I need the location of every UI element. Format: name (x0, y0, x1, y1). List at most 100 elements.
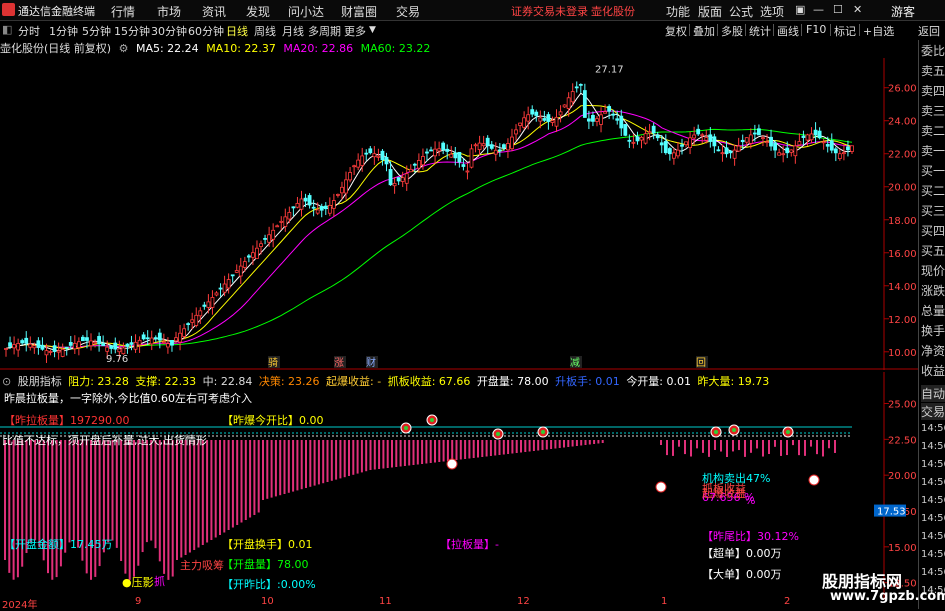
candle-body (801, 135, 806, 138)
f10-button[interactable]: F10 (806, 23, 826, 36)
candle-body (655, 134, 660, 139)
indicator-bar (266, 440, 269, 499)
indicator-bar (485, 440, 488, 457)
indicator-tick-label: 22.50 (888, 435, 917, 446)
candle-body (769, 136, 773, 147)
sidebar-item-trade[interactable]: 交易 (921, 403, 945, 420)
sidebar-item-auto[interactable]: 自动 (921, 385, 945, 402)
candle-body (744, 137, 749, 143)
multi-stock-button[interactable]: 多股 (721, 23, 743, 39)
menu-formula[interactable]: 公式 (729, 3, 753, 20)
period-5min[interactable]: 5分钟 (82, 23, 111, 39)
candle-body (526, 114, 531, 122)
candle-body (732, 149, 737, 159)
guest-login[interactable]: 游客 (891, 3, 915, 20)
candle-body (376, 155, 381, 158)
indicator-bar (378, 440, 381, 469)
candle-body (421, 156, 425, 166)
indicator-bar (348, 440, 350, 476)
candle-body (113, 342, 118, 350)
candle-body (433, 148, 437, 157)
bomb-ratio: 【昨爆今开比】0.00 (222, 414, 324, 427)
price-tick-label: 16.00 (888, 249, 917, 260)
period-60min[interactable]: 60分钟 (188, 23, 224, 39)
indicator-bar (145, 440, 148, 543)
candle-body (829, 140, 834, 151)
minimize-icon[interactable]: — (813, 3, 824, 16)
indicator-bar (684, 440, 686, 455)
candle-body (708, 134, 713, 142)
indicator-bar (563, 440, 565, 448)
toolbar-divider (773, 24, 774, 36)
period-more[interactable]: 更多 (344, 23, 366, 39)
statistics-button[interactable]: 统计 (749, 23, 771, 39)
draw-line-button[interactable]: 画线 (777, 23, 799, 39)
back-button[interactable]: 返回 (918, 23, 940, 39)
trade-time: 14:56 (921, 423, 945, 434)
overlay-button[interactable]: 叠加 (693, 23, 715, 39)
candle-body (704, 137, 709, 141)
candle-body (137, 339, 142, 346)
chevron-down-icon[interactable]: ▼ (369, 25, 376, 35)
indicator-bar (244, 440, 247, 520)
candle-body (635, 136, 640, 142)
candle-body (76, 341, 81, 348)
candle-body (214, 292, 219, 296)
period-multi[interactable]: 多周期 (308, 23, 341, 39)
menu-quotes[interactable]: 行情 (111, 3, 135, 20)
candle-body (578, 83, 583, 86)
trade-login-notice[interactable]: 证券交易未登录 (511, 3, 588, 19)
period-daily[interactable]: 日线 (226, 23, 248, 39)
mark-button[interactable]: 标记 (834, 23, 856, 39)
indicator-bar (537, 440, 540, 451)
add-watchlist-button[interactable]: +自选 (863, 23, 894, 39)
period-15min[interactable]: 15分钟 (114, 23, 150, 39)
candle-body (186, 323, 191, 325)
period-30min[interactable]: 30分钟 (151, 23, 187, 39)
menu-options[interactable]: 选项 (760, 3, 784, 20)
menu-ask[interactable]: 问小达 (288, 3, 324, 20)
indicator-bar (399, 440, 402, 467)
price-tick-label: 10.00 (888, 348, 917, 359)
menu-discover[interactable]: 发现 (246, 3, 270, 20)
menu-wealth[interactable]: 财富圈 (341, 3, 377, 20)
left-arrow-icon[interactable]: ◧ (2, 23, 12, 36)
toolbar-divider (801, 24, 802, 36)
adjust-button[interactable]: 复权 (665, 23, 687, 39)
candle-body (28, 343, 33, 348)
candle-body (639, 136, 644, 141)
candle-body (663, 141, 668, 154)
menu-function[interactable]: 功能 (666, 3, 690, 20)
menu-news[interactable]: 资讯 (202, 3, 226, 20)
candle-body (20, 340, 25, 344)
menu-market[interactable]: 市场 (157, 3, 181, 20)
indicator-bar (68, 440, 71, 543)
candle-body (700, 134, 705, 137)
candle-body (8, 342, 12, 347)
candlestick-chart[interactable]: 26.00 24.00 22.00 20.00 18.00 16.00 14.00 12.00… (0, 40, 918, 370)
period-monthly[interactable]: 月线 (282, 23, 304, 39)
candle-body (178, 332, 182, 343)
indicator-bar (253, 440, 256, 515)
current-stock-tab[interactable]: 壶化股份 (591, 3, 635, 19)
window-menu-icon[interactable]: ▣ (795, 3, 805, 16)
menu-layout[interactable]: 版面 (698, 3, 722, 20)
menu-trade[interactable]: 交易 (396, 3, 420, 20)
candle-body (789, 149, 794, 153)
candle-body (481, 143, 486, 147)
trade-time: 14:56 (921, 549, 945, 560)
period-timeshare[interactable]: 分时 (18, 23, 40, 39)
indicator-bar (489, 440, 492, 456)
candle-body (534, 111, 539, 116)
sell-signal-icon (655, 481, 667, 493)
buy-signal-dot (496, 432, 500, 436)
toolbar-divider (689, 24, 690, 36)
sidebar-item-bid-ratio[interactable]: 委比 (921, 42, 945, 59)
close-icon[interactable]: ✕ (853, 3, 862, 16)
candle-body (32, 345, 37, 349)
indicator-bar (262, 440, 264, 500)
period-weekly[interactable]: 周线 (254, 23, 276, 39)
maximize-icon[interactable]: ☐ (833, 3, 843, 16)
date-tick: 11 (379, 596, 392, 607)
period-1min[interactable]: 1分钟 (49, 23, 78, 39)
